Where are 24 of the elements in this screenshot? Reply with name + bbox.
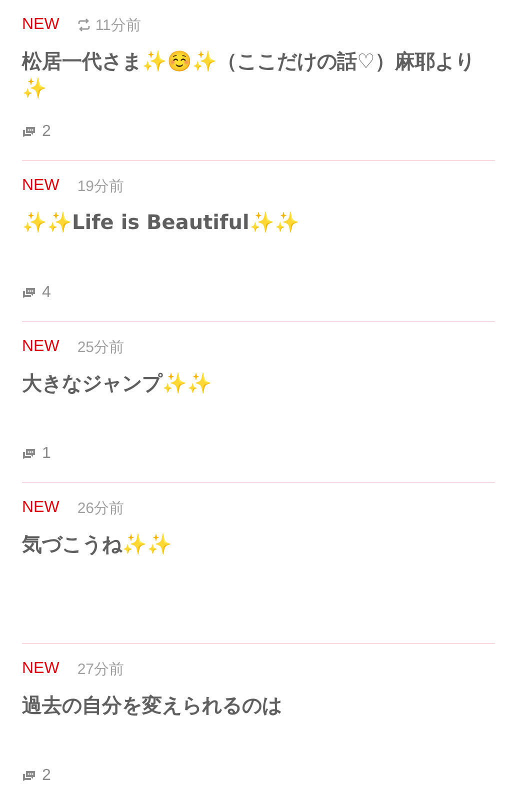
- comment-count: 2: [42, 123, 51, 141]
- comment-icon: [22, 770, 36, 782]
- post-time: 26分前: [77, 498, 124, 518]
- post-time: 19分前: [77, 176, 124, 196]
- post-title-link[interactable]: 過去の自分を変えられるのは: [22, 692, 495, 719]
- post-title-link[interactable]: ✨✨Life is Beautiful✨✨: [22, 209, 495, 236]
- new-label: NEW: [22, 338, 60, 356]
- post-time: 11分前: [95, 16, 141, 34]
- comment-count: 4: [42, 284, 51, 302]
- post-time: 27分前: [77, 660, 124, 678]
- refresh-icon: [77, 18, 92, 32]
- new-label: NEW: [22, 499, 60, 517]
- comment-count: 1: [42, 445, 51, 463]
- new-label: NEW: [22, 16, 60, 34]
- comment-count: 2: [42, 767, 51, 785]
- post-time: 25分前: [77, 338, 124, 356]
- post-title-link[interactable]: 気づこうね✨✨: [22, 531, 495, 558]
- comment-icon: [22, 126, 36, 138]
- post-title-link[interactable]: 松居一代さま✨☺✨（ここだけの話♡）麻耶より✨: [22, 48, 495, 102]
- comment-icon: [22, 448, 36, 460]
- comment-icon: [22, 287, 36, 299]
- new-label: NEW: [22, 177, 60, 195]
- post-title-link[interactable]: 大きなジャンプ✨✨: [22, 370, 495, 397]
- new-label: NEW: [22, 660, 60, 678]
